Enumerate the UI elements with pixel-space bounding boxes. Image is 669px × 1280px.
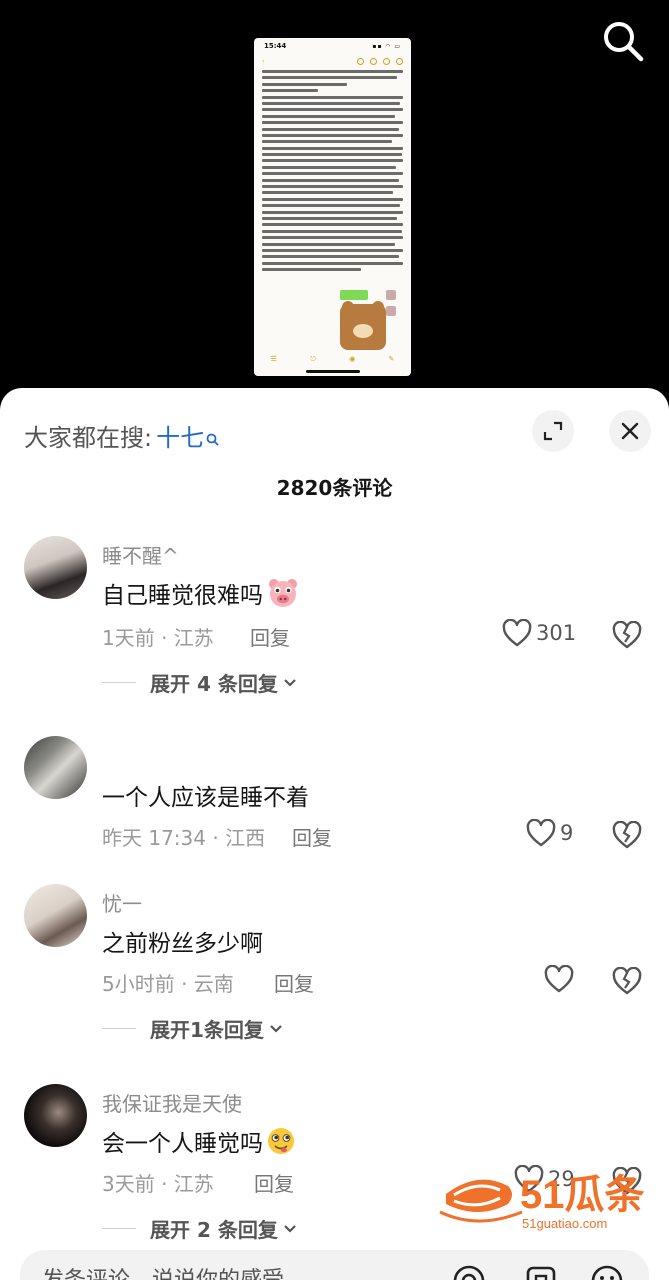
watermark-domain: 51guatiao.com (522, 1216, 607, 1231)
like-count: 301 (536, 621, 577, 645)
chat-avatar (386, 290, 396, 300)
username[interactable]: 我保证我是天使 (102, 1088, 242, 1117)
heart-icon (502, 619, 532, 647)
chevron-down-icon (284, 678, 296, 687)
expand-icon (543, 421, 563, 441)
broken-heart-icon[interactable] (612, 621, 642, 649)
emoji-icon[interactable] (588, 1262, 626, 1280)
small-search-icon (206, 433, 219, 446)
chat-avatar (386, 306, 396, 316)
expand-replies-button[interactable]: 展开 2 条回复 (102, 1214, 298, 1243)
username[interactable]: 睡不醒^ (102, 540, 179, 569)
comment-meta: 昨天 17:34 · 江西 (102, 826, 266, 850)
comment-text-content: 会一个人睡觉吗 (102, 1131, 263, 1157)
mention-icon[interactable] (450, 1262, 488, 1280)
expand-replies-label: 展开 4 条回复 (150, 672, 278, 696)
image-icon[interactable] (522, 1262, 560, 1280)
reply-button[interactable]: 回复 (250, 622, 290, 651)
comment-input-bar[interactable]: 发条评论，说说你的感受 (20, 1250, 649, 1280)
expand-replies-label: 展开1条回复 (150, 1018, 264, 1042)
watermark-logo: 51瓜条 51guatiao.com (439, 1173, 645, 1231)
fullscreen-button[interactable] (532, 410, 574, 452)
username[interactable]: 忧一 (102, 888, 142, 917)
video-player[interactable]: 15:44 ▪▪ ◠ ▭ ‹ ☰ ⎋ ◉ ✎ (0, 0, 669, 400)
comment-count: 2820条评论 (276, 476, 393, 500)
comment-text: 之前粉丝多少啊 (102, 924, 263, 958)
like-count: 9 (560, 821, 574, 845)
like-button[interactable]: 9 (526, 819, 573, 847)
close-icon (621, 422, 639, 440)
phone-time: 15:44 (264, 42, 287, 50)
search-suggestion-prefix: 大家都在搜: (24, 424, 153, 452)
divider-line (102, 1028, 136, 1029)
notes-body-text (254, 68, 411, 272)
pig-face-emoji (269, 579, 297, 607)
comment-text-content: 之前粉丝多少啊 (102, 931, 263, 957)
expand-replies-label: 展开 2 条回复 (150, 1218, 278, 1242)
home-indicator (306, 370, 360, 373)
chevron-down-icon (270, 1024, 282, 1033)
notes-bottom-toolbar: ☰ ⎋ ◉ ✎ (270, 355, 395, 363)
comment-text: 会一个人睡觉吗 (102, 1124, 297, 1158)
comment-text: 自己睡觉很难吗 (102, 576, 299, 610)
divider-line (102, 1228, 136, 1229)
broken-heart-icon[interactable] (612, 821, 642, 849)
comment-input-placeholder[interactable]: 发条评论，说说你的感受 (42, 1262, 284, 1280)
notes-toolbar: ‹ (254, 54, 411, 68)
phone-status-icons: ▪▪ ◠ ▭ (372, 42, 401, 50)
expand-replies-button[interactable]: 展开 4 条回复 (102, 668, 298, 697)
reply-button[interactable]: 回复 (292, 822, 332, 851)
comment-text-content: 一个人应该是睡不着 (102, 785, 309, 811)
comment-text-content: 自己睡觉很难吗 (102, 583, 263, 609)
heart-icon (526, 819, 556, 847)
phone-status-bar: 15:44 ▪▪ ◠ ▭ (254, 38, 411, 54)
close-button[interactable] (609, 410, 651, 452)
like-button[interactable]: 301 (502, 619, 576, 647)
comments-sheet: 大家都在搜: 十七 2820条评论 睡不醒^ 自己睡觉很难吗 1天前 · 江苏 … (0, 388, 669, 1280)
comment-meta: 1天前 · 江苏 (102, 626, 214, 650)
heart-icon (544, 965, 574, 993)
comment-text: 一个人应该是睡不着 (102, 778, 309, 812)
avatar[interactable] (24, 736, 87, 799)
video-frame-notes-screenshot: 15:44 ▪▪ ◠ ▭ ‹ ☰ ⎋ ◉ ✎ (254, 38, 411, 376)
chat-bubble (340, 290, 368, 300)
search-suggestion-keyword[interactable]: 十七 (156, 418, 204, 453)
avatar[interactable] (24, 536, 87, 599)
reply-button[interactable]: 回复 (254, 1168, 294, 1197)
broken-heart-icon[interactable] (612, 967, 642, 995)
divider-line (102, 682, 136, 683)
notes-back-icon: ‹ (262, 57, 265, 65)
avatar[interactable] (24, 884, 87, 947)
like-button[interactable] (544, 965, 578, 993)
chevron-down-icon (284, 1224, 296, 1233)
avatar[interactable] (24, 1084, 87, 1147)
comment-meta: 3天前 · 江苏 (102, 1172, 214, 1196)
watermark-brand: 51瓜条 (520, 1173, 645, 1217)
drooling-face-emoji (268, 1128, 294, 1154)
expand-replies-button[interactable]: 展开1条回复 (102, 1014, 284, 1043)
search-suggestion[interactable]: 大家都在搜: 十七 (24, 418, 219, 453)
search-icon[interactable] (600, 18, 646, 64)
comment-meta: 5小时前 · 云南 (102, 972, 234, 996)
bear-sticker-image (340, 301, 386, 350)
reply-button[interactable]: 回复 (274, 968, 314, 997)
